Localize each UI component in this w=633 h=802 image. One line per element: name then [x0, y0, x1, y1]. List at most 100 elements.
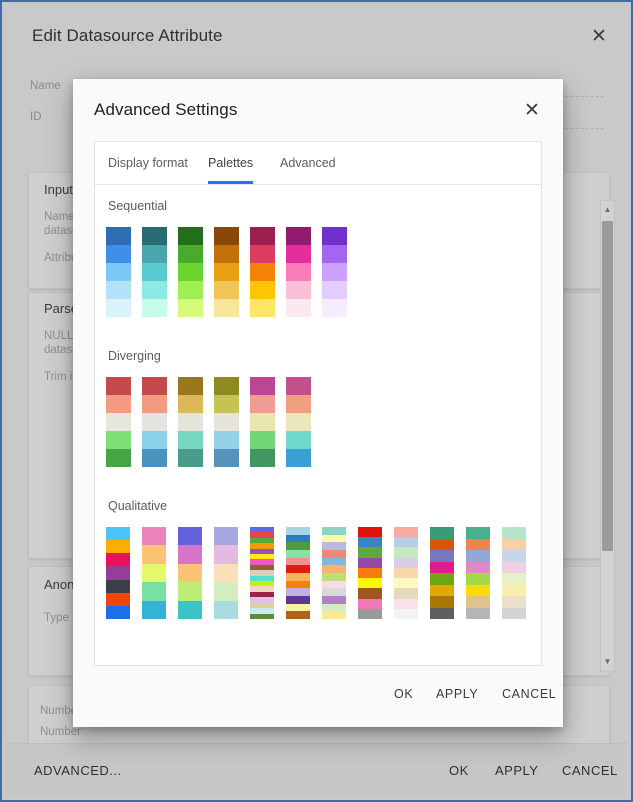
palette-color-band — [286, 565, 310, 573]
palette-swatch[interactable] — [250, 227, 275, 317]
palette-swatch[interactable] — [142, 227, 167, 317]
tab-palettes[interactable]: Palettes — [208, 142, 254, 184]
palette-swatch[interactable] — [142, 377, 167, 467]
palette-color-band — [358, 598, 382, 609]
palette-swatch[interactable] — [178, 227, 203, 317]
vertical-scrollbar[interactable]: ▲ ▼ — [600, 200, 615, 672]
background-cancel-button[interactable]: CANCEL — [562, 763, 618, 778]
palette-swatch[interactable] — [322, 527, 346, 619]
palette-color-band — [142, 227, 167, 245]
palette-color-band — [106, 227, 131, 245]
palette-color-band — [250, 395, 275, 413]
palette-color-band — [394, 557, 418, 568]
palette-color-band — [322, 557, 346, 566]
background-ok-button[interactable]: OK — [449, 763, 469, 778]
palette-color-band — [394, 547, 418, 558]
palette-color-band — [214, 545, 238, 564]
palette-color-band — [106, 245, 131, 263]
palette-swatch[interactable] — [106, 527, 130, 619]
diverging-section: Diverging — [95, 349, 541, 467]
background-dialog-title: Edit Datasource Attribute — [32, 26, 223, 45]
palette-color-band — [214, 395, 239, 413]
modal-footer: OK APPLY CANCEL — [73, 668, 563, 727]
tab-display-format[interactable]: Display format — [108, 142, 188, 184]
background-apply-button[interactable]: APPLY — [495, 763, 538, 778]
palette-color-band — [286, 263, 311, 281]
palette-color-band — [250, 449, 275, 467]
scroll-down-icon[interactable]: ▼ — [601, 655, 614, 669]
palette-color-band — [466, 573, 490, 585]
palette-color-band — [214, 299, 239, 317]
close-icon[interactable]: ✕ — [519, 98, 545, 124]
palette-swatch[interactable] — [178, 377, 203, 467]
scrollbar-thumb[interactable] — [602, 221, 613, 551]
tab-advanced[interactable]: Advanced — [280, 142, 336, 184]
input-card-title: Input — [44, 182, 73, 197]
palette-swatch[interactable] — [214, 527, 238, 619]
palette-swatch[interactable] — [394, 527, 418, 619]
palette-color-band — [466, 596, 490, 608]
palette-color-band — [142, 245, 167, 263]
palette-color-band — [214, 563, 238, 583]
palette-swatch[interactable] — [322, 227, 347, 317]
palette-color-band — [142, 600, 166, 619]
palette-color-band — [286, 431, 311, 449]
palette-swatch[interactable] — [250, 377, 275, 467]
palette-color-band — [322, 572, 346, 581]
palette-color-band — [394, 598, 418, 609]
palette-swatch[interactable] — [178, 527, 202, 619]
palette-color-band — [250, 299, 275, 317]
palette-color-band — [322, 227, 347, 245]
palette-swatch[interactable] — [358, 527, 382, 619]
sequential-palette-row — [106, 227, 541, 317]
palette-color-band — [322, 245, 347, 263]
palette-color-band — [142, 582, 166, 601]
palette-color-band — [178, 449, 203, 467]
palette-color-band — [214, 449, 239, 467]
modal-apply-button[interactable]: APPLY — [436, 687, 478, 701]
advanced-button[interactable]: ADVANCED... — [34, 763, 122, 778]
palette-color-band — [322, 299, 347, 317]
palette-color-band — [430, 584, 454, 596]
modal-ok-button[interactable]: OK — [394, 687, 413, 701]
scroll-up-icon[interactable]: ▲ — [601, 203, 614, 217]
palette-swatch[interactable] — [502, 527, 526, 619]
modal-header: Advanced Settings ✕ — [73, 79, 563, 141]
palette-swatch[interactable] — [106, 377, 131, 467]
palette-swatch[interactable] — [286, 527, 310, 619]
palette-color-band — [178, 431, 203, 449]
palette-swatch[interactable] — [430, 527, 454, 619]
palette-swatch[interactable] — [214, 227, 239, 317]
palette-color-band — [106, 431, 131, 449]
palette-color-band — [502, 596, 526, 608]
palette-color-band — [178, 395, 203, 413]
palette-color-band — [358, 527, 382, 538]
advanced-settings-modal: Advanced Settings ✕ Display format Palet… — [73, 79, 563, 727]
palette-color-band — [214, 527, 238, 546]
palette-swatch[interactable] — [106, 227, 131, 317]
palette-swatch[interactable] — [250, 527, 274, 619]
name-field-label: Name — [30, 80, 61, 92]
palette-swatch[interactable] — [466, 527, 490, 619]
palette-swatch[interactable] — [286, 377, 311, 467]
palette-color-band — [286, 527, 310, 535]
palette-color-band — [250, 377, 275, 395]
palette-color-band — [214, 600, 238, 619]
palette-color-band — [322, 534, 346, 543]
palette-color-band — [106, 553, 130, 567]
palette-swatch[interactable] — [142, 527, 166, 619]
palette-color-band — [106, 527, 130, 541]
palette-color-band — [106, 413, 131, 431]
modal-cancel-button[interactable]: CANCEL — [502, 687, 556, 701]
palette-color-band — [358, 588, 382, 599]
palette-swatch[interactable] — [214, 377, 239, 467]
palette-swatch[interactable] — [286, 227, 311, 317]
tab-display-format-label: Display format — [108, 156, 188, 170]
palette-color-band — [394, 567, 418, 579]
palette-color-band — [178, 582, 202, 601]
palette-color-band — [214, 377, 239, 395]
palette-color-band — [358, 578, 382, 589]
palette-color-band — [106, 263, 131, 281]
palette-color-band — [286, 377, 311, 395]
close-icon[interactable]: ✕ — [587, 26, 611, 50]
